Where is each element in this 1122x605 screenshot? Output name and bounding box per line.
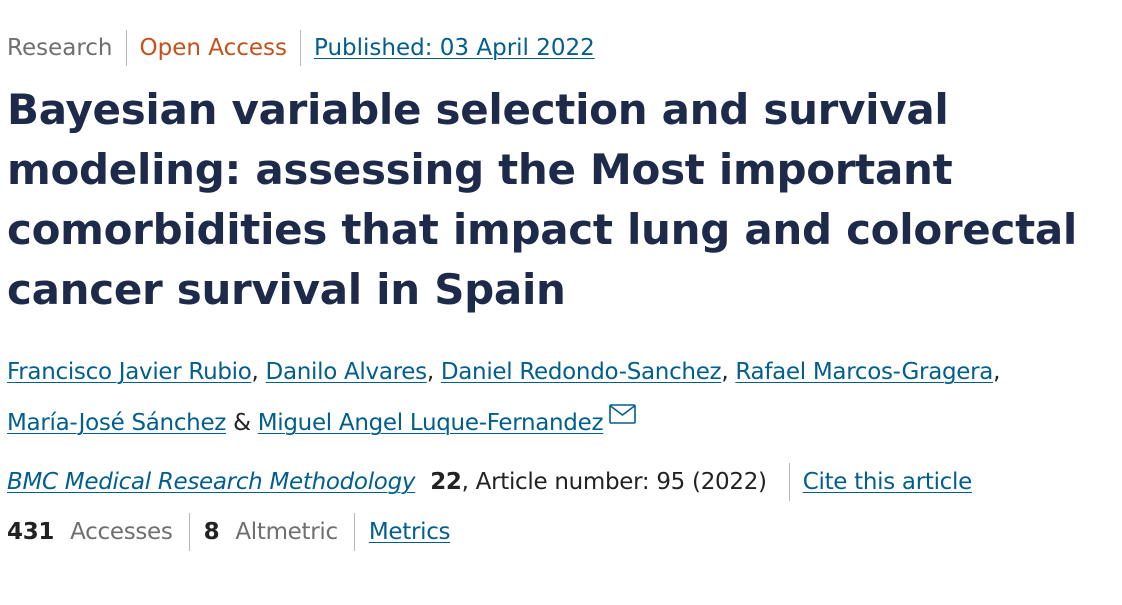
author-link[interactable]: María-José Sánchez <box>7 410 226 436</box>
article-header: Research Open Access Published: 03 April… <box>0 0 1122 605</box>
author-item: Danilo Alvares, <box>266 359 441 385</box>
author-list: Francisco Javier Rubio, Danilo Alvares, … <box>7 350 1107 446</box>
author-item: Miguel Angel Luque-Fernandez <box>258 404 637 436</box>
metrics-link[interactable]: Metrics <box>369 512 451 552</box>
cite-this-article-link[interactable]: Cite this article <box>803 462 973 502</box>
author-separator: , <box>721 359 736 385</box>
altmetric-count: 8 <box>203 519 220 545</box>
divider <box>188 513 190 551</box>
author-separator: , <box>993 359 1001 385</box>
published-date-link[interactable]: Published: 03 April 2022 <box>301 30 608 66</box>
envelope-icon[interactable] <box>609 395 637 440</box>
article-type: Research <box>7 35 113 61</box>
author-item: Francisco Javier Rubio, <box>7 359 266 385</box>
author-separator: , <box>426 359 441 385</box>
author-link[interactable]: Danilo Alvares <box>266 359 428 385</box>
accesses-label: Accesses <box>70 519 173 545</box>
article-meta: Research Open Access Published: 03 April… <box>7 30 608 66</box>
open-access-label: Open Access <box>139 35 287 61</box>
citation-line: BMC Medical Research Methodology 22 , Ar… <box>7 462 972 502</box>
author-link[interactable]: Rafael Marcos-Gragera <box>735 359 993 385</box>
metrics-line: 431 Accesses 8 Altmetric Metrics <box>7 512 451 552</box>
author-link[interactable]: Daniel Redondo-Sanchez <box>441 359 722 385</box>
author-separator: , <box>251 359 266 385</box>
author-separator: & <box>226 410 258 436</box>
author-item: María-José Sánchez & <box>7 410 258 436</box>
article-details: , Article number: 95 (2022) <box>461 469 767 495</box>
author-link[interactable]: Francisco Javier Rubio <box>7 359 252 385</box>
divider <box>788 463 790 501</box>
volume-number: 22 <box>430 469 462 495</box>
author-item: Daniel Redondo-Sanchez, <box>441 359 736 385</box>
article-title: Bayesian variable selection and survival… <box>7 85 1077 314</box>
author-link[interactable]: Miguel Angel Luque-Fernandez <box>258 410 604 436</box>
journal-link[interactable]: BMC Medical Research Methodology <box>7 462 415 502</box>
divider <box>353 513 355 551</box>
accesses-count: 431 <box>7 519 55 545</box>
altmetric-label: Altmetric <box>235 519 338 545</box>
author-item: Rafael Marcos-Gragera, <box>735 359 1000 385</box>
